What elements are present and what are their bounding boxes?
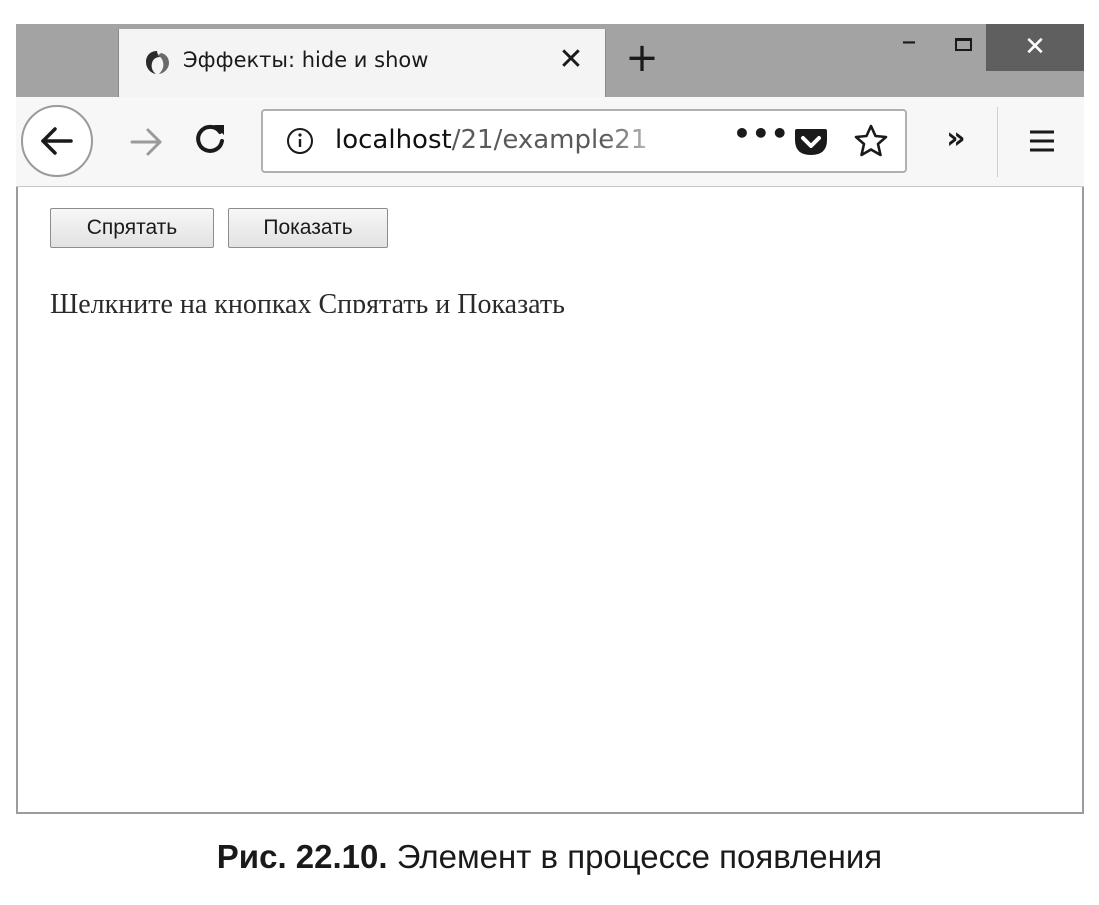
toolbar-divider	[997, 107, 998, 177]
overflow-menu-button[interactable]: »	[934, 117, 978, 161]
star-icon[interactable]	[853, 123, 889, 159]
navigation-toolbar: localhost/21/example21 ••• »	[16, 97, 1084, 187]
maximize-button[interactable]	[938, 24, 988, 71]
page-content: Спрятать Показать Щелкните на кнопках Сп…	[18, 187, 1082, 812]
figure-caption-text: Элемент в процессе появления	[396, 838, 883, 875]
instruction-text: Щелкните на кнопках Спрятать и Показать	[50, 289, 565, 313]
firefox-dev-icon	[141, 47, 173, 79]
info-icon[interactable]	[285, 126, 315, 156]
new-tab-button[interactable]: +	[618, 35, 666, 83]
figure-number: Рис. 22.10.	[216, 838, 388, 875]
tab-close-icon[interactable]: ✕	[551, 40, 591, 80]
back-arrow-icon	[41, 127, 73, 155]
url-fade-overlay	[603, 117, 683, 163]
hide-button[interactable]: Спрятать	[50, 208, 214, 248]
forward-arrow-icon	[130, 128, 162, 156]
browser-window: Эффекты: hide и show ✕ + – ✕ localhost/2…	[16, 24, 1084, 814]
tab-title: Эффекты: hide и show	[183, 48, 429, 72]
back-button[interactable]	[21, 105, 93, 177]
minimize-button[interactable]: –	[884, 24, 934, 71]
hamburger-menu-icon[interactable]	[1020, 119, 1064, 163]
pocket-icon[interactable]	[793, 125, 829, 159]
figure-caption: Рис. 22.10. Элемент в процессе появления	[0, 838, 1099, 876]
forward-button[interactable]	[124, 120, 168, 164]
browser-tab[interactable]: Эффекты: hide и show ✕	[118, 29, 606, 97]
maximize-icon	[955, 38, 972, 51]
reload-icon	[196, 124, 224, 153]
show-button[interactable]: Показать	[228, 208, 388, 248]
address-bar[interactable]: localhost/21/example21 •••	[261, 109, 907, 173]
url-host: localhost	[335, 125, 452, 155]
title-bar: Эффекты: hide и show ✕ + – ✕	[16, 24, 1084, 97]
page-actions-button[interactable]: •••	[733, 117, 790, 150]
reload-button[interactable]	[188, 117, 232, 161]
window-close-button[interactable]: ✕	[986, 24, 1084, 71]
